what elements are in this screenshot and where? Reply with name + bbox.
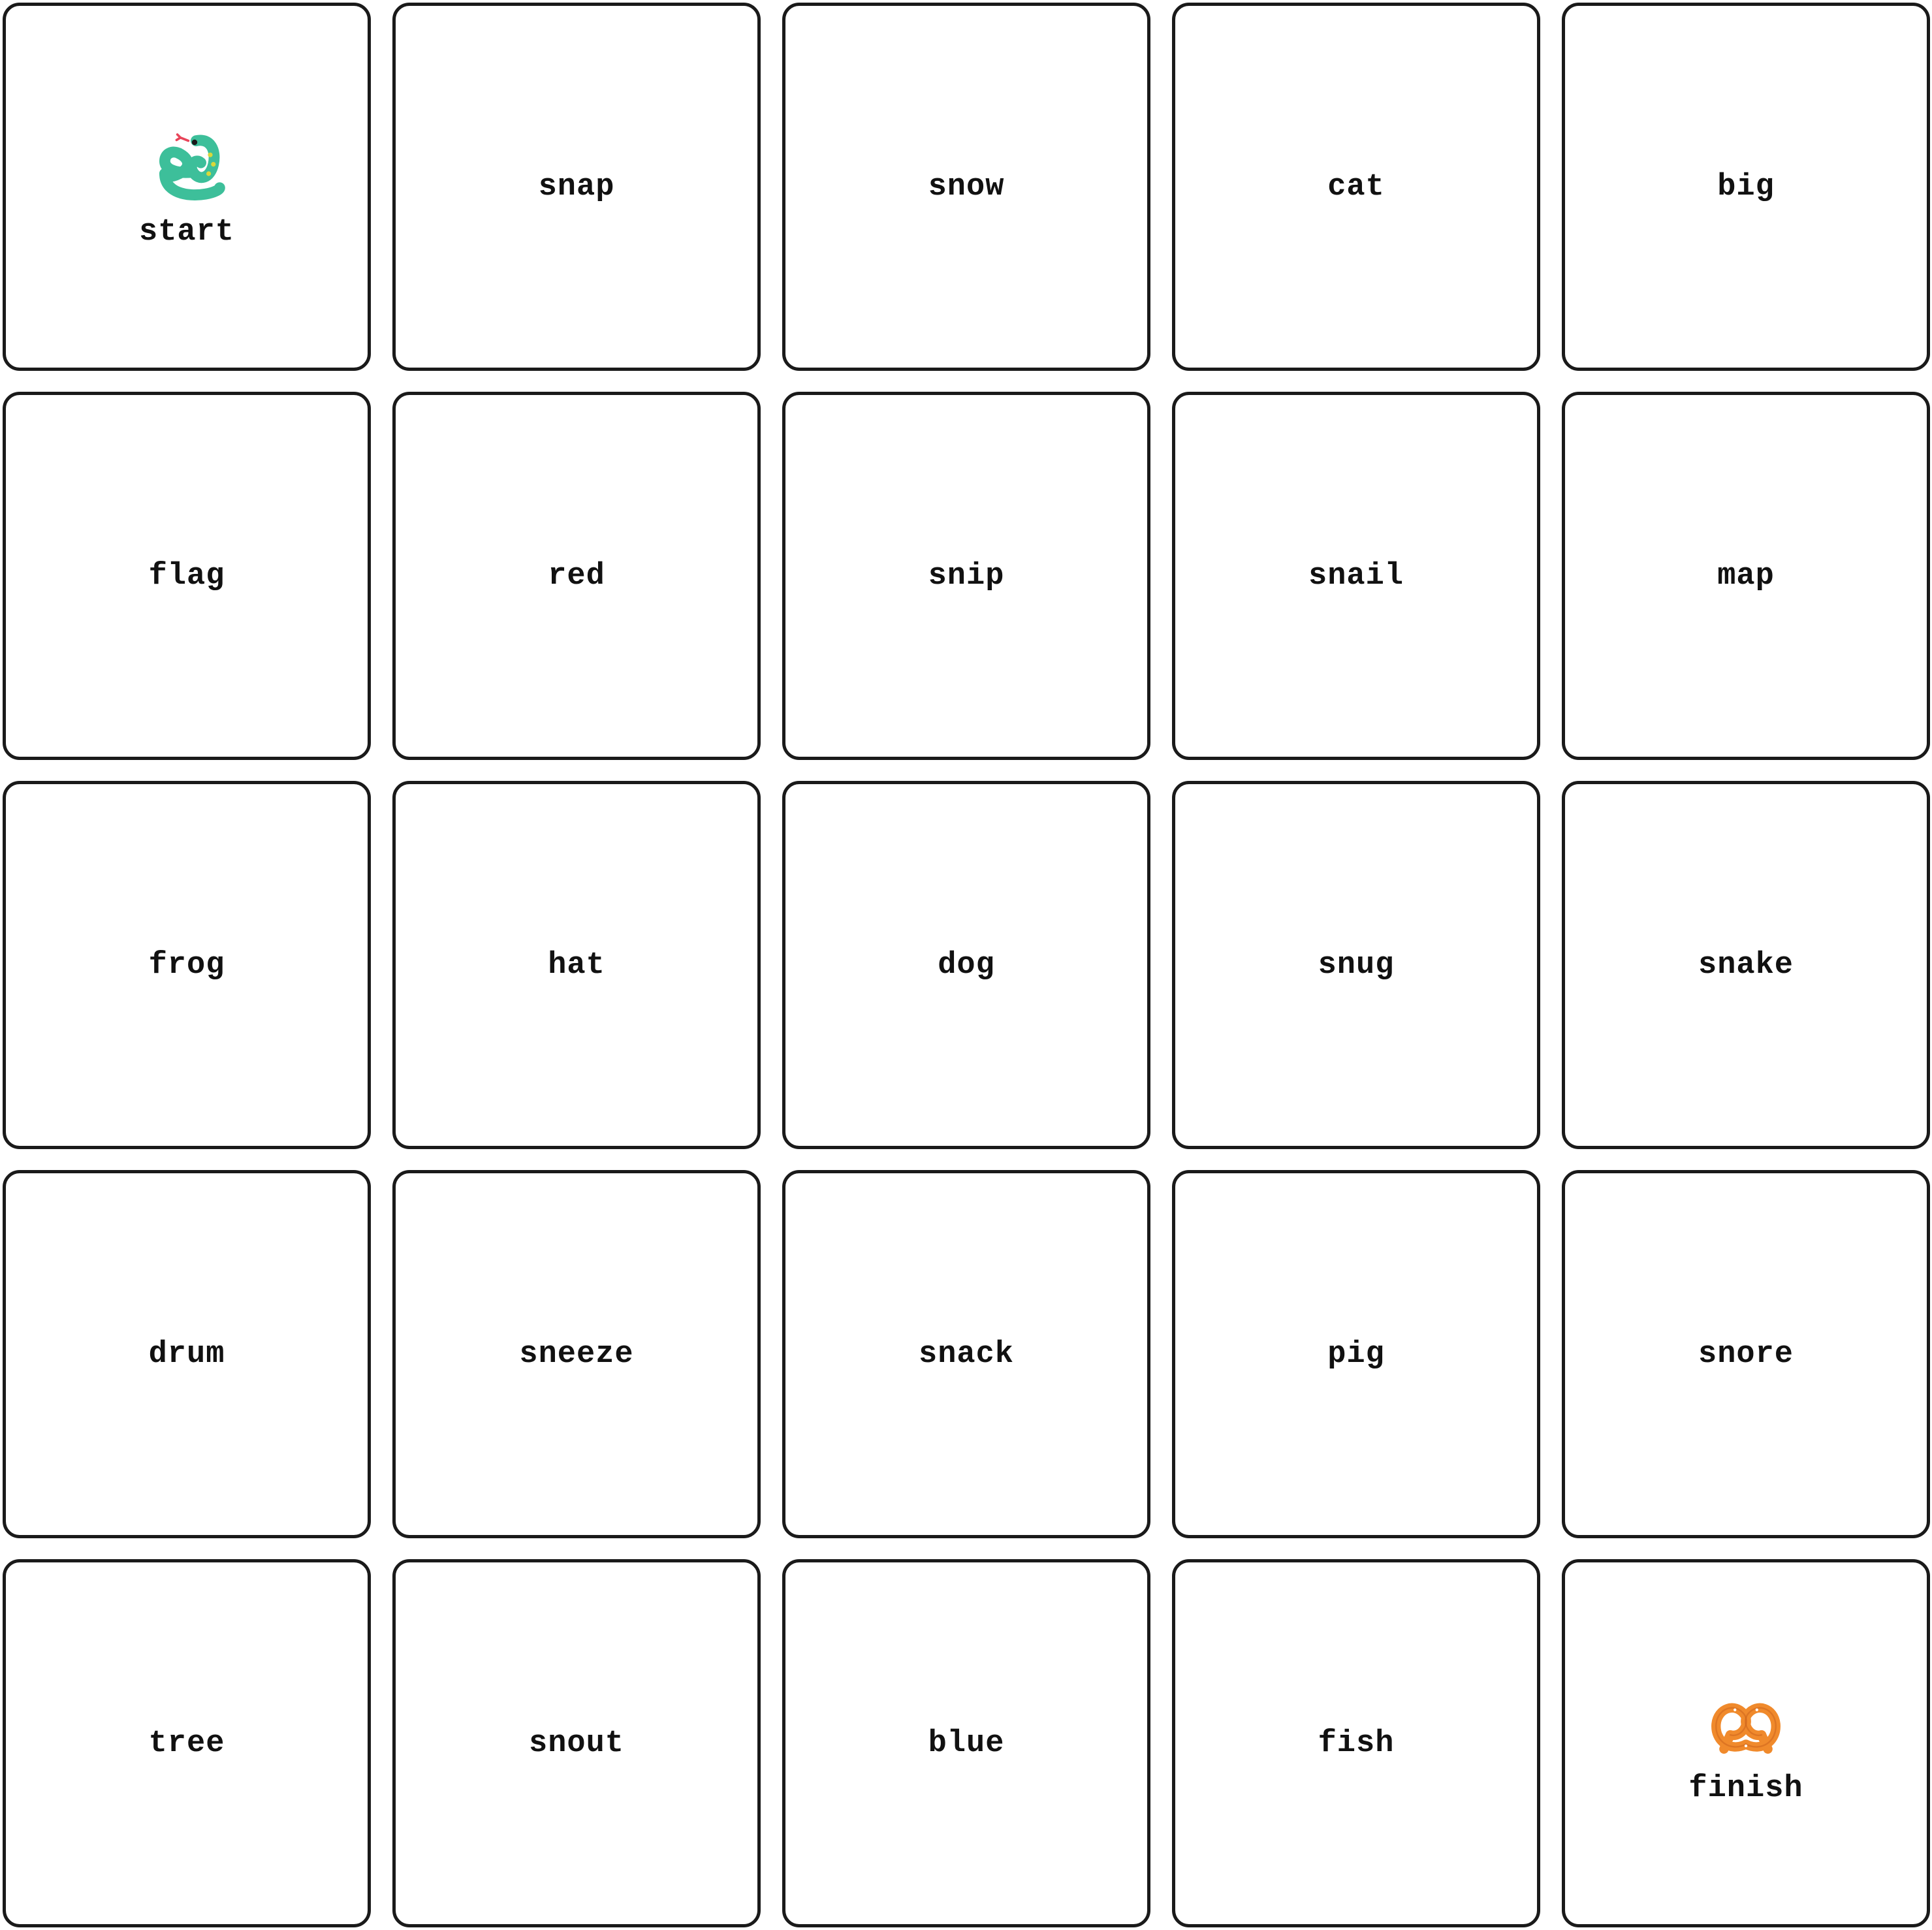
tile-hat[interactable]: hat <box>392 781 761 1149</box>
tile-label: pig <box>1327 1337 1385 1372</box>
tile-label: fish <box>1318 1726 1395 1761</box>
tile-frog[interactable]: frog <box>3 781 371 1149</box>
tile-snap[interactable]: snap <box>392 3 761 371</box>
tile-label: big <box>1717 169 1775 204</box>
tile-label: blue <box>928 1726 1005 1761</box>
tile-label: snap <box>538 169 615 204</box>
tile-label: tree <box>148 1726 225 1761</box>
tile-tree[interactable]: tree <box>3 1559 371 1927</box>
tile-label: cat <box>1327 169 1385 204</box>
tile-dog[interactable]: dog <box>782 781 1150 1149</box>
tile-snip[interactable]: snip <box>782 392 1150 760</box>
tile-label: snake <box>1698 947 1794 983</box>
tile-snail[interactable]: snail <box>1172 392 1540 760</box>
tile-start[interactable]: start <box>3 3 371 371</box>
tile-label: snug <box>1318 947 1395 983</box>
tile-snake[interactable]: snake <box>1562 781 1930 1149</box>
tile-snack[interactable]: snack <box>782 1170 1150 1538</box>
tile-label: frog <box>148 947 225 983</box>
tile-flag[interactable]: flag <box>3 392 371 760</box>
tile-label: snow <box>928 169 1005 204</box>
tile-pig[interactable]: pig <box>1172 1170 1540 1538</box>
tile-fish[interactable]: fish <box>1172 1559 1540 1927</box>
tile-cat[interactable]: cat <box>1172 3 1540 371</box>
tile-blue[interactable]: blue <box>782 1559 1150 1927</box>
tile-label: finish <box>1688 1771 1803 1806</box>
tile-label: snout <box>528 1726 625 1761</box>
tile-map[interactable]: map <box>1562 392 1930 760</box>
tile-big[interactable]: big <box>1562 3 1930 371</box>
tile-label: dog <box>938 947 995 983</box>
tile-finish[interactable]: finish <box>1562 1559 1930 1927</box>
tile-label: hat <box>548 947 605 983</box>
tile-red[interactable]: red <box>392 392 761 760</box>
tile-snore[interactable]: snore <box>1562 1170 1930 1538</box>
tile-label: snack <box>918 1337 1015 1372</box>
tile-sneeze[interactable]: sneeze <box>392 1170 761 1538</box>
tile-label: map <box>1717 558 1775 593</box>
tile-drum[interactable]: drum <box>3 1170 371 1538</box>
tile-label: red <box>548 558 605 593</box>
game-board: start snap snow cat big flag red snip sn… <box>3 3 1930 1928</box>
tile-label: start <box>138 214 235 249</box>
tile-label: drum <box>148 1337 225 1372</box>
snake-icon <box>148 127 226 205</box>
tile-snug[interactable]: snug <box>1172 781 1540 1149</box>
pretzel-icon <box>1707 1683 1785 1762</box>
tile-label: sneeze <box>519 1337 634 1372</box>
tile-label: snail <box>1308 558 1404 593</box>
tile-label: flag <box>148 558 225 593</box>
tile-label: snip <box>928 558 1005 593</box>
tile-snout[interactable]: snout <box>392 1559 761 1927</box>
tile-snow[interactable]: snow <box>782 3 1150 371</box>
tile-label: snore <box>1698 1337 1794 1372</box>
